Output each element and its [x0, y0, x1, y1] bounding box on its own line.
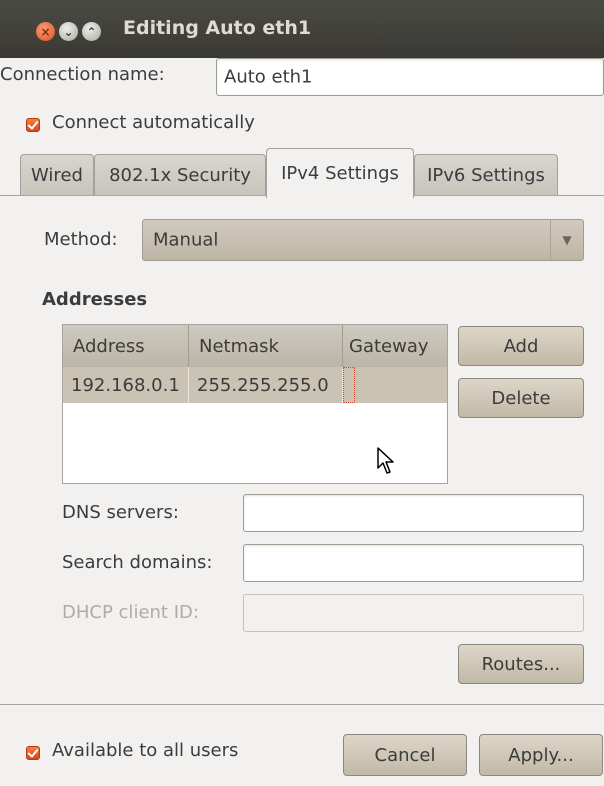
cell-gateway-editor[interactable] [343, 367, 355, 403]
column-header-gateway[interactable]: Gateway [343, 325, 447, 367]
cell-address[interactable]: 192.168.0.1 [63, 367, 189, 403]
cancel-button[interactable]: Cancel [343, 734, 467, 776]
maximize-window-button[interactable]: ⌃ [82, 22, 101, 41]
method-value: Manual [153, 229, 219, 251]
tab-ipv4-settings[interactable]: IPv4 Settings [266, 148, 414, 198]
search-domains-label: Search domains: [62, 552, 213, 573]
available-to-all-users-checkbox[interactable] [26, 746, 40, 760]
cell-netmask[interactable]: 255.255.255.0 [189, 367, 343, 403]
table-header: Address Netmask Gateway [63, 325, 447, 367]
window-title: Editing Auto eth1 [123, 17, 312, 39]
routes-button[interactable]: Routes... [458, 644, 584, 684]
minimize-window-button[interactable]: ⌄ [59, 22, 78, 41]
minimize-icon: ⌄ [63, 24, 74, 39]
dropdown-arrow-icon: ▼ [550, 220, 583, 260]
tab-ipv6-settings[interactable]: IPv6 Settings [414, 154, 558, 196]
dhcp-client-id-input [243, 594, 584, 632]
add-address-button[interactable]: Add [458, 326, 584, 366]
table-row[interactable]: 192.168.0.1 255.255.255.0 [63, 367, 447, 403]
dns-servers-label: DNS servers: [62, 502, 179, 523]
delete-address-button[interactable]: Delete [458, 378, 584, 418]
connect-automatically-checkbox[interactable] [26, 118, 40, 132]
connection-name-label: Connection name: [0, 64, 165, 85]
method-dropdown[interactable]: Manual ▼ [142, 219, 584, 261]
close-icon: × [40, 24, 51, 39]
connection-name-input[interactable]: Auto eth1 [216, 58, 604, 96]
tab-802-1x-security[interactable]: 802.1x Security [94, 154, 266, 196]
dhcp-client-id-label: DHCP client ID: [62, 602, 199, 623]
addresses-heading: Addresses [42, 289, 148, 310]
close-window-button[interactable]: × [36, 22, 55, 41]
connect-automatically-label[interactable]: Connect automatically [52, 112, 255, 133]
connection-name-value: Auto eth1 [224, 66, 313, 88]
mouse-pointer-icon [377, 447, 394, 474]
available-to-all-users-label[interactable]: Available to all users [52, 740, 238, 761]
column-header-netmask[interactable]: Netmask [189, 325, 343, 367]
search-domains-input[interactable] [243, 544, 584, 582]
title-bar: × ⌄ ⌃ Editing Auto eth1 [0, 0, 604, 58]
method-label: Method: [44, 229, 118, 250]
tab-wired[interactable]: Wired [20, 154, 94, 196]
maximize-icon: ⌃ [86, 24, 97, 39]
column-header-address[interactable]: Address [63, 325, 189, 367]
apply-button[interactable]: Apply... [479, 734, 603, 776]
dns-servers-input[interactable] [243, 494, 584, 532]
